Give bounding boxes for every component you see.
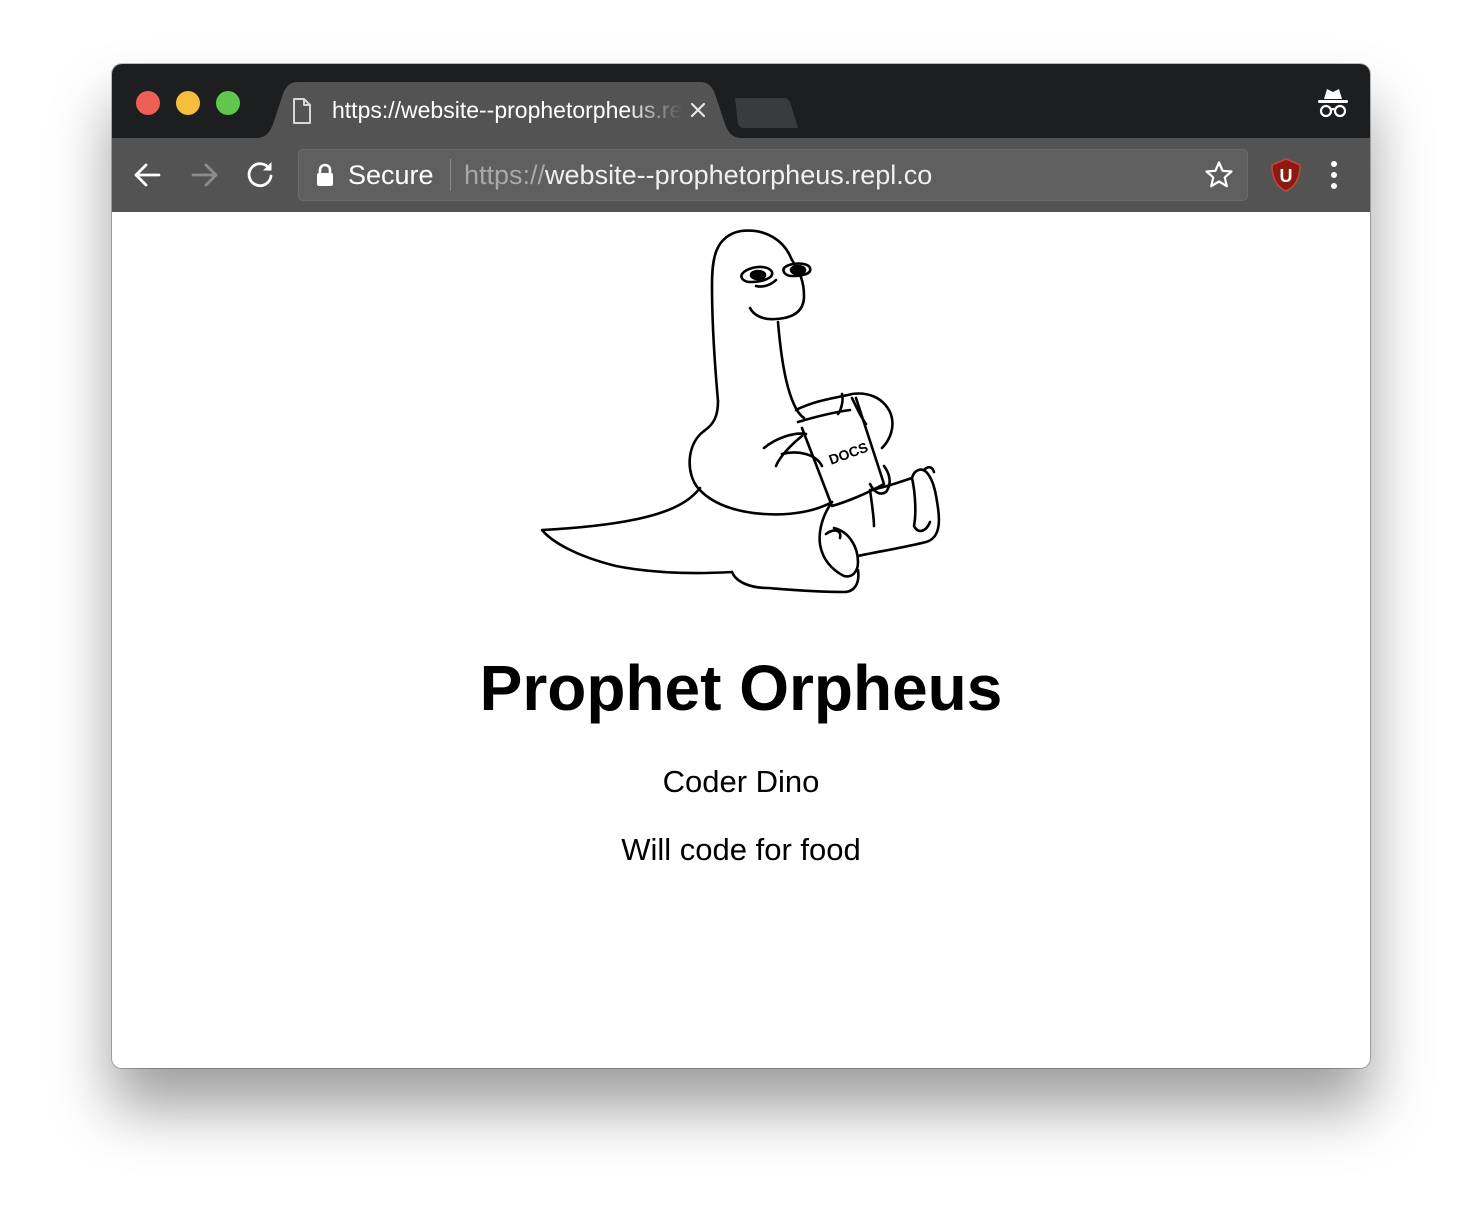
- tab-title: https://website--prophetorpheus.repl.co: [332, 97, 682, 123]
- title-bar: https://website--prophetorpheus.repl.co: [112, 64, 1370, 138]
- close-icon[interactable]: [688, 100, 708, 120]
- dino-reading-docs-illustration: DOCS: [540, 229, 941, 594]
- minimize-window-button[interactable]: [176, 91, 200, 115]
- incognito-icon: [1316, 86, 1350, 125]
- book-label: DOCS: [827, 439, 870, 468]
- back-arrow-icon[interactable]: [132, 159, 164, 191]
- url-scheme: https://: [464, 160, 546, 190]
- page-icon: [292, 98, 312, 129]
- lock-icon: [316, 163, 334, 192]
- active-tab[interactable]: https://website--prophetorpheus.repl.co: [256, 82, 742, 138]
- new-tab-button[interactable]: [732, 98, 798, 128]
- description: Will code for food: [621, 832, 861, 867]
- page-heading: Prophet Orpheus: [479, 652, 1003, 724]
- zoom-window-button[interactable]: [216, 91, 240, 115]
- reload-icon[interactable]: [244, 159, 276, 191]
- omnibox-divider: [450, 159, 451, 191]
- url-host: website--prophetorpheus.repl.co: [545, 160, 933, 190]
- url-text[interactable]: https://website--prophetorpheus.repl.co: [464, 160, 932, 190]
- browser-window: https://website--prophetorpheus.repl.co: [112, 64, 1370, 1068]
- security-label[interactable]: Secure: [348, 160, 434, 190]
- address-bar[interactable]: Secure https://website--prophetorpheus.r…: [298, 149, 1248, 201]
- page-content: DOCS Prophet Orpheus Coder Dino Will cod…: [112, 212, 1370, 1068]
- ublock-icon[interactable]: U: [1268, 157, 1304, 198]
- star-icon[interactable]: [1204, 160, 1234, 195]
- forward-arrow-icon[interactable]: [188, 159, 220, 191]
- kebab-menu-icon[interactable]: [1322, 157, 1346, 193]
- extension-badge-label: U: [1280, 166, 1293, 186]
- tagline: Coder Dino: [662, 764, 820, 799]
- close-window-button[interactable]: [136, 91, 160, 115]
- toolbar: Secure https://website--prophetorpheus.r…: [112, 138, 1370, 212]
